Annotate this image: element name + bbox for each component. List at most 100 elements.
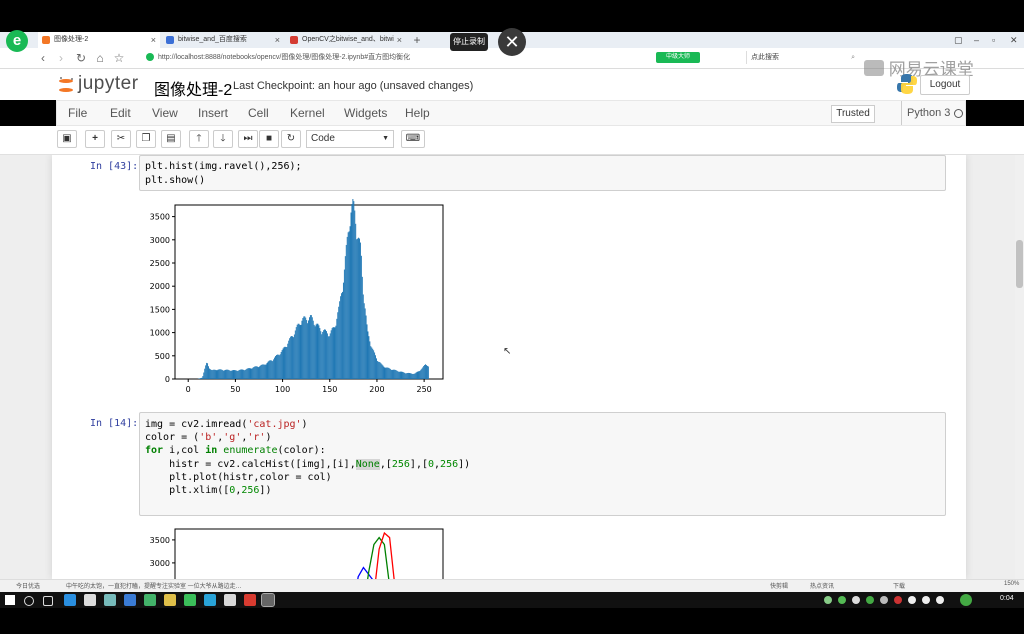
- restart-button[interactable]: ↻: [281, 130, 301, 148]
- tray-icon[interactable]: [880, 596, 888, 604]
- cell-prompt: In [14]:: [90, 418, 139, 429]
- trusted-indicator[interactable]: Trusted: [831, 105, 875, 123]
- url-input[interactable]: http://localhost:8888/notebooks/opencv/图…: [158, 51, 410, 65]
- save-button[interactable]: ▣: [57, 130, 77, 148]
- stop-recording-button[interactable]: 停止录制: [450, 33, 488, 51]
- close-tab-icon[interactable]: ×: [397, 32, 402, 48]
- tray-icon[interactable]: [922, 596, 930, 604]
- paste-button[interactable]: ▤: [161, 130, 181, 148]
- forward-icon[interactable]: ›: [54, 50, 68, 66]
- histogram-bar: [235, 370, 237, 379]
- histogram-bar: [313, 324, 315, 379]
- histogram-bar: [292, 337, 294, 379]
- reload-icon[interactable]: ↻: [74, 50, 88, 66]
- cell-type-select[interactable]: Code ▼: [306, 130, 394, 148]
- tray-icon[interactable]: [852, 596, 860, 604]
- insert-cell-button[interactable]: +: [85, 130, 105, 148]
- tray-icon[interactable]: [838, 596, 846, 604]
- windows-start-icon[interactable]: [5, 595, 15, 605]
- logout-button[interactable]: Logout: [920, 75, 970, 95]
- app-taskbar-icon[interactable]: [204, 594, 216, 606]
- cut-button[interactable]: ✂: [111, 130, 131, 148]
- tab-notebook[interactable]: 图像处理-2 ×: [38, 32, 160, 48]
- browser-taskbar-icon[interactable]: [64, 594, 76, 606]
- home-icon[interactable]: ⌂: [93, 50, 107, 66]
- tab-csdn[interactable]: OpenCV之bitwise_and、bitwi ×: [286, 32, 406, 48]
- clock[interactable]: 0:04: [1000, 595, 1014, 602]
- app-taskbar-icon[interactable]: [144, 594, 156, 606]
- move-down-button[interactable]: 🡓: [213, 130, 233, 148]
- app-taskbar-icon[interactable]: [244, 594, 256, 606]
- search-box[interactable]: 点此搜索 ⌕: [746, 51, 859, 64]
- window-close-icon[interactable]: ✕: [1010, 32, 1018, 48]
- histogram-bar: [369, 341, 371, 379]
- minimize-icon[interactable]: –: [974, 32, 979, 48]
- histogram-bar: [258, 367, 259, 379]
- status-download[interactable]: 下载: [893, 581, 905, 590]
- task-view-icon[interactable]: [43, 596, 53, 606]
- menu-help[interactable]: Help: [405, 101, 430, 125]
- back-icon[interactable]: ‹: [36, 50, 50, 66]
- histogram-bar: [422, 367, 424, 379]
- histogram-bar: [412, 373, 414, 379]
- tab-baidu[interactable]: bitwise_and_百度搜索 ×: [162, 32, 284, 48]
- interrupt-button[interactable]: ■: [259, 130, 279, 148]
- search-icon[interactable]: ⌕: [851, 51, 855, 64]
- store-taskbar-icon[interactable]: [84, 594, 96, 606]
- close-tab-icon[interactable]: ×: [275, 32, 280, 48]
- close-recording-button[interactable]: ✕: [498, 28, 526, 56]
- histogram-bar: [424, 365, 426, 379]
- app-taskbar-icon[interactable]: [124, 594, 136, 606]
- cell-prompt: In [43]:: [90, 161, 139, 172]
- histogram-bar: [245, 369, 247, 379]
- close-tab-icon[interactable]: ×: [151, 32, 156, 48]
- speed-badge[interactable]: 中级大师: [656, 52, 700, 63]
- menu-edit[interactable]: Edit: [110, 101, 131, 125]
- histogram-bar: [402, 371, 404, 379]
- zoom-level[interactable]: 150%: [1004, 581, 1019, 587]
- run-button[interactable]: ⏭: [238, 130, 258, 148]
- menu-insert[interactable]: Insert: [198, 101, 228, 125]
- window-controls: ▢ – ▫ ✕: [950, 32, 1024, 48]
- menu-cell[interactable]: Cell: [248, 101, 269, 125]
- browser-logo-icon[interactable]: e: [6, 30, 28, 52]
- app-taskbar-icon[interactable]: [261, 593, 275, 607]
- news-ticker[interactable]: 中午吃的太饱，一直犯打瞌，提醒专注实验室 一位大爷从路边走…: [66, 581, 242, 590]
- menu-view[interactable]: View: [152, 101, 178, 125]
- move-up-button[interactable]: 🡑: [189, 130, 209, 148]
- menu-icon[interactable]: ▢: [954, 32, 963, 48]
- app-taskbar-icon[interactable]: [104, 594, 116, 606]
- y-tick-label: 3000: [150, 559, 170, 568]
- app-taskbar-icon[interactable]: [224, 594, 236, 606]
- status-left[interactable]: 今日优选: [16, 581, 40, 590]
- tray-icon[interactable]: [936, 596, 944, 604]
- app-taskbar-icon[interactable]: [164, 594, 176, 606]
- tray-icon[interactable]: [824, 596, 832, 604]
- notebook-title[interactable]: 图像处理-2: [154, 76, 232, 100]
- histogram-bar: [316, 323, 318, 379]
- scrollbar-thumb[interactable]: [1016, 240, 1023, 288]
- bookmark-star-icon[interactable]: ☆: [112, 50, 126, 66]
- menu-kernel[interactable]: Kernel: [290, 101, 325, 125]
- menu-widgets[interactable]: Widgets: [344, 101, 387, 125]
- tray-icon[interactable]: [866, 596, 874, 604]
- tray-icon[interactable]: [960, 594, 972, 606]
- copy-button[interactable]: ❐: [136, 130, 156, 148]
- status-quickclip[interactable]: 快剪辑: [770, 581, 788, 590]
- code-cell[interactable]: img = cv2.imread('cat.jpg') color = ('b'…: [139, 412, 946, 516]
- histogram-bar: [315, 324, 317, 379]
- histogram-bar: [281, 350, 283, 379]
- tray-icon[interactable]: [908, 596, 916, 604]
- status-hotnews[interactable]: 热点资讯: [810, 581, 834, 590]
- code-cell[interactable]: plt.hist(img.ravel(),256); plt.show(): [139, 155, 946, 191]
- tray-icon[interactable]: [894, 596, 902, 604]
- menu-file[interactable]: File: [68, 101, 87, 125]
- new-tab-button[interactable]: +: [410, 32, 424, 48]
- jupyter-logo[interactable]: jupyter: [58, 73, 148, 97]
- histogram-bar: [238, 370, 240, 379]
- command-palette-button[interactable]: ⌨: [401, 130, 425, 148]
- search-taskbar-icon[interactable]: [24, 596, 34, 606]
- app-taskbar-icon[interactable]: [184, 594, 196, 606]
- vertical-scrollbar[interactable]: [1015, 155, 1024, 579]
- restore-icon[interactable]: ▫: [992, 32, 995, 48]
